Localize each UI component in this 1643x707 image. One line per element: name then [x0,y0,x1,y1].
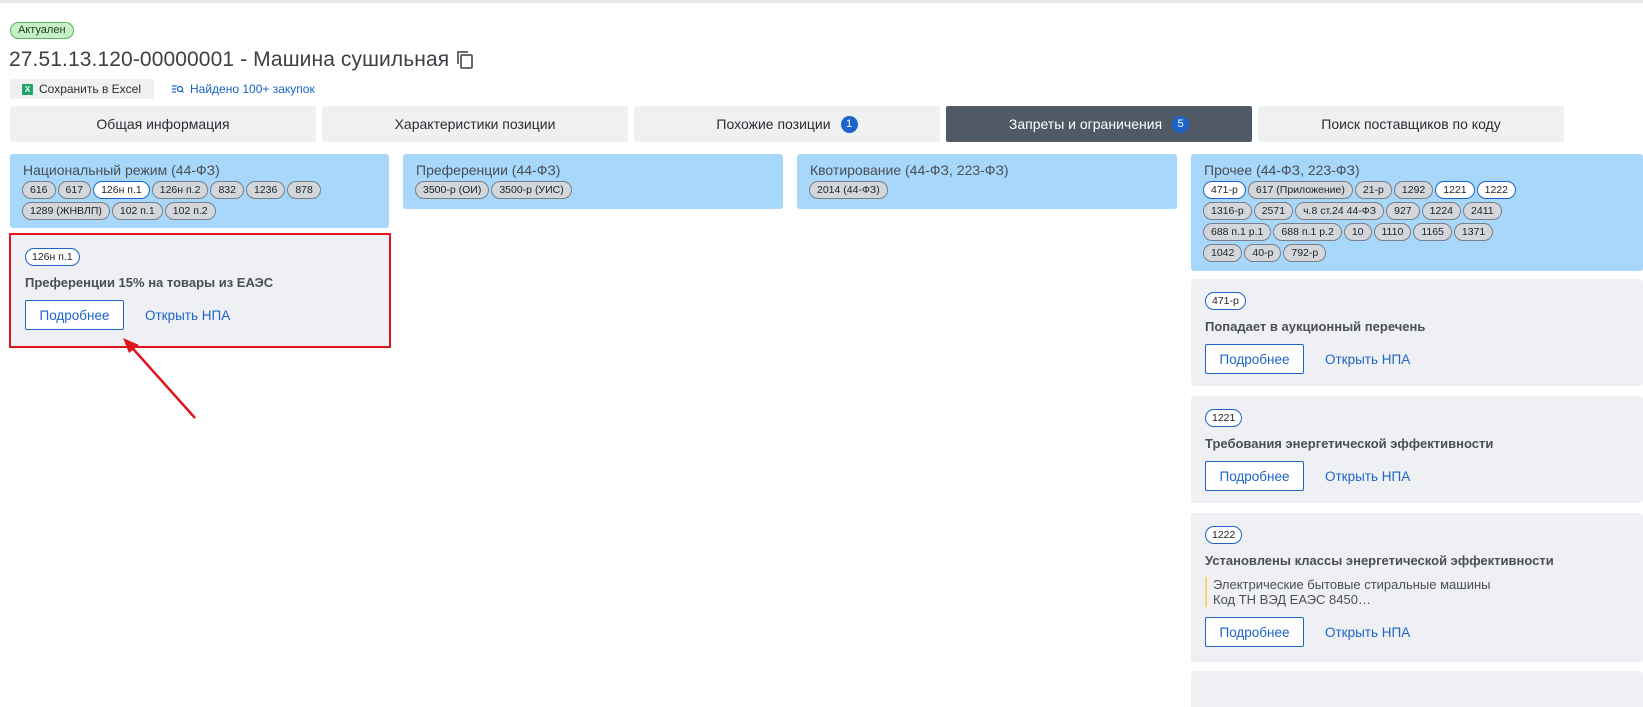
chip[interactable]: 927 [1386,202,1420,220]
arrow-annotation [123,338,196,419]
category-quotas: Квотирование (44-ФЗ, 223-ФЗ) 2014 (44-ФЗ… [797,154,1177,209]
top-divider [0,0,1643,3]
found-purchases-label: Найдено 100+ закупок [190,82,315,96]
card-badge: 471-р [1205,292,1246,310]
chip-active[interactable]: 1222 [1476,181,1516,199]
card-actions: Подробнее Открыть НПА [1205,617,1643,647]
card-title: Установлены классы энергетической эффект… [1205,553,1554,568]
chip-list: 471-р 617 (Приложение) 21-р 1292 1221 12… [1203,181,1525,262]
category-title: Квотирование (44-ФЗ, 223-ФЗ) [810,162,1009,178]
chip[interactable]: 1289 (ЖНВЛП) [22,202,110,220]
found-purchases-link[interactable]: Найдено 100+ закупок [172,80,315,98]
chip[interactable]: 10 [1343,223,1372,241]
tab-count-badge: 5 [1172,115,1190,133]
chip[interactable]: 126н п.2 [151,181,209,199]
card-badge: 1222 [1205,526,1243,544]
tab-label: Общая информация [96,116,230,132]
copy-icon[interactable] [455,49,475,71]
more-button[interactable]: Подробнее [1205,617,1304,647]
chip[interactable]: 832 [210,181,244,199]
excel-icon: X [22,83,33,95]
chip[interactable]: ч.8 ст.24 44-ФЗ [1295,202,1385,220]
tabs: Общая информация Характеристики позиции … [10,106,1643,142]
category-title: Прочее (44-ФЗ, 223-ФЗ) [1204,162,1360,178]
chip[interactable]: 617 (Приложение) [1247,181,1353,199]
chip[interactable]: 878 [287,181,321,199]
tab-label: Запреты и ограничения [1008,116,1163,132]
status-badge: Актуален [10,22,74,39]
restriction-card-partial [1191,671,1643,707]
page-title: 27.51.13.120-00000001 - Машина сушильная [9,48,450,71]
category-other: Прочее (44-ФЗ, 223-ФЗ) 471-р 617 (Прилож… [1191,154,1643,271]
open-npa-link[interactable]: Открыть НПА [1325,352,1410,367]
card-actions: Подробнее Открыть НПА [1205,344,1643,374]
chip[interactable]: 3500-р (ОИ) [415,181,490,199]
card-title: Попадает в аукционный перечень [1205,319,1426,334]
chip[interactable]: 1316-р [1203,202,1252,220]
chip[interactable]: 1110 [1373,223,1412,241]
save-excel-button[interactable]: X Сохранить в Excel [10,79,154,99]
chip[interactable]: 688 п.1 р.2 [1273,223,1342,241]
chip-active[interactable]: 126н п.1 [93,181,150,199]
save-excel-label: Сохранить в Excel [39,82,142,96]
tab-restrictions[interactable]: Запреты и ограничения 5 [946,106,1252,142]
chip-active[interactable]: 471-р [1203,181,1246,199]
category-title: Национальный режим (44-ФЗ) [23,162,220,178]
chip[interactable]: 102 п.2 [164,202,216,220]
title-row: 27.51.13.120-00000001 - Машина сушильная [9,46,475,74]
tab-supplier-search[interactable]: Поиск поставщиков по коду [1258,106,1564,142]
category-preferences: Преференции (44-ФЗ) 3500-р (ОИ) 3500-р (… [403,154,783,209]
more-button[interactable]: Подробнее [1205,344,1304,374]
chip[interactable]: 102 п.1 [111,202,163,220]
card-note-line: Электрические бытовые стиральные машины [1213,577,1491,592]
restriction-card: 1222 Установлены классы энергетической э… [1191,513,1643,662]
chip-list: 2014 (44-ФЗ) [809,181,1177,199]
more-button[interactable]: Подробнее [1205,461,1304,491]
chip[interactable]: 21-р [1354,181,1392,199]
card-actions: Подробнее Открыть НПА [1205,461,1643,491]
chip[interactable]: 1042 [1203,244,1243,262]
chip[interactable]: 2014 (44-ФЗ) [809,181,888,199]
chip[interactable]: 1224 [1421,202,1462,220]
tab-general[interactable]: Общая информация [10,106,316,142]
chip[interactable]: 688 п.1 р.1 [1203,223,1272,241]
tab-label: Похожие позиции [716,116,831,132]
open-npa-link[interactable]: Открыть НПА [1325,469,1410,484]
chip[interactable]: 1236 [245,181,286,199]
chip[interactable]: 3500-р (УИС) [491,181,572,199]
chip[interactable]: 616 [22,181,56,199]
chip[interactable]: 1165 [1413,223,1452,241]
chip[interactable]: 1371 [1453,223,1494,241]
chip[interactable]: 617 [57,181,92,199]
tab-characteristics[interactable]: Характеристики позиции [322,106,628,142]
tab-label: Поиск поставщиков по коду [1321,116,1501,132]
card-title: Требования энергетической эффективности [1205,436,1494,451]
chip-active[interactable]: 1221 [1435,181,1475,199]
tab-similar[interactable]: Похожие позиции 1 [634,106,940,142]
category-title: Преференции (44-ФЗ) [416,162,561,178]
restriction-card: 471-р Попадает в аукционный перечень Под… [1191,279,1643,386]
chip[interactable]: 1292 [1393,181,1434,199]
list-search-icon [172,83,184,95]
chip[interactable]: 792-р [1283,244,1327,262]
card-note: Электрические бытовые стиральные машины … [1205,577,1643,607]
card-note-line: Код ТН ВЭД ЕАЭС 8450… [1213,592,1371,607]
tab-count-badge: 1 [840,115,858,133]
tab-label: Характеристики позиции [394,116,556,132]
chip-list: 3500-р (ОИ) 3500-р (УИС) [415,181,783,199]
card-badge: 1221 [1205,409,1243,427]
restriction-card: 1221 Требования энергетической эффективн… [1191,396,1643,503]
chip[interactable]: 2571 [1253,202,1294,220]
open-npa-link[interactable]: Открыть НПА [1325,625,1410,640]
chip[interactable]: 2411 [1463,202,1502,220]
category-national-regime: Национальный режим (44-ФЗ) 616 617 126н … [10,154,389,228]
chip-list: 616 617 126н п.1 126н п.2 832 1236 878 1… [22,181,389,220]
chip[interactable]: 40-р [1244,244,1282,262]
